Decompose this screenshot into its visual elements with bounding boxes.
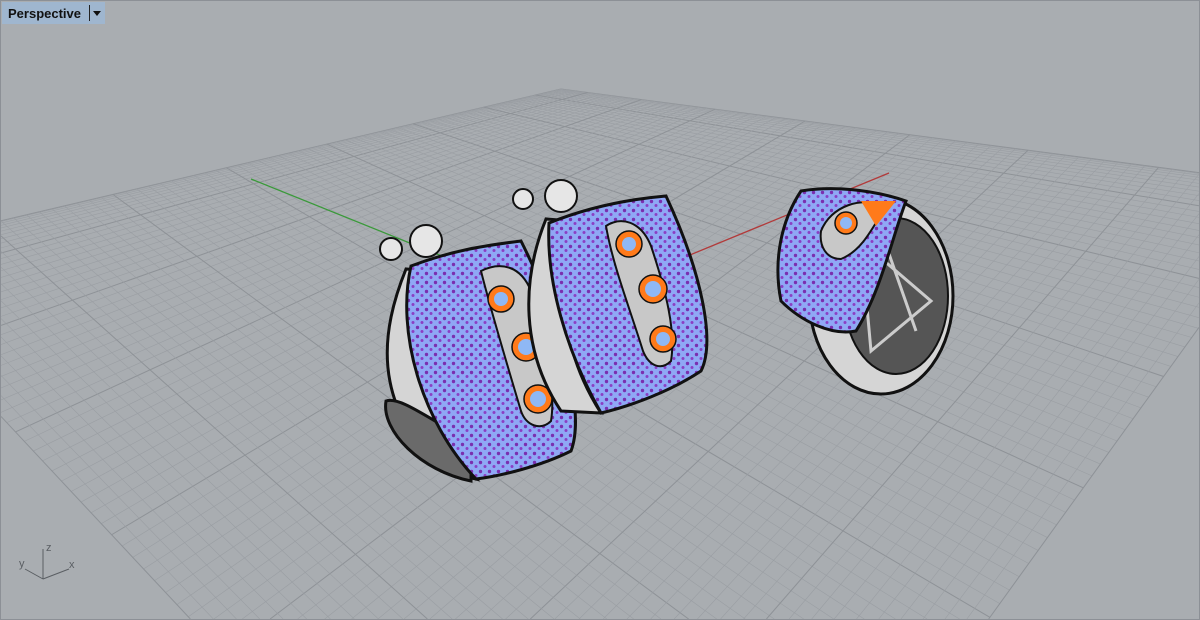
viewport-title: Perspective (8, 5, 81, 21)
grid-line (560, 88, 1199, 174)
grid-line (1, 88, 562, 222)
grid-line (552, 90, 1199, 184)
grid-line (1, 355, 260, 619)
grid-line (988, 327, 1199, 619)
grid-line (1, 416, 191, 619)
axis-label-z: z (46, 542, 52, 554)
grid-line (1, 91, 584, 249)
grid-line (539, 93, 1199, 201)
grid-line (1, 90, 577, 240)
chevron-down-icon[interactable] (93, 10, 101, 16)
scene: z y x (1, 88, 1199, 619)
grid-line (1, 375, 237, 619)
grid-line (1, 91, 580, 244)
earring-right[interactable] (776, 187, 955, 396)
axis-widget: z y x (19, 542, 75, 580)
perspective-viewport[interactable]: Perspective z y x (0, 0, 1200, 620)
grid-line (1, 300, 331, 619)
grid-line (922, 256, 1199, 619)
earring-middle[interactable] (512, 179, 709, 415)
tab-divider (89, 5, 90, 21)
axis-label-y: y (19, 558, 25, 570)
grid-line (1, 91, 588, 254)
grid-line (1, 92, 593, 259)
viewport-tab[interactable]: Perspective (2, 2, 105, 24)
grid-line (966, 302, 1199, 619)
grid-line (944, 279, 1199, 619)
grid-line (1, 89, 570, 232)
grid-line (1, 251, 404, 619)
axis-label-x: x (69, 559, 75, 571)
grid-line (1, 395, 214, 619)
